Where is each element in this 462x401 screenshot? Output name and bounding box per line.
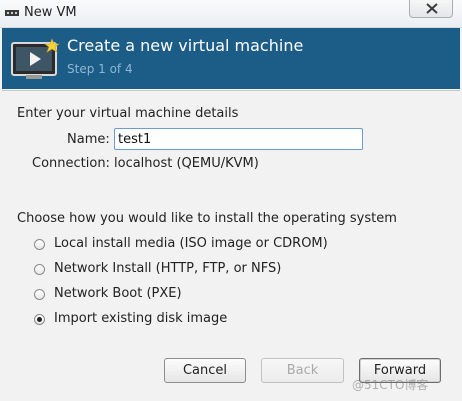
radio-button[interactable] (34, 289, 45, 300)
header-banner: Create a new virtual machine Step 1 of 4 (2, 28, 460, 89)
vm-screen-star-icon (11, 38, 60, 79)
header-divider (2, 90, 460, 91)
vm-manager-icon (5, 10, 19, 16)
close-icon (426, 3, 438, 14)
back-button[interactable]: Back (261, 358, 344, 383)
connection-label: Connection: (32, 156, 110, 171)
install-option-label: Local install media (ISO image or CDROM) (54, 236, 328, 251)
name-input[interactable] (114, 128, 363, 150)
title-bar[interactable]: New VM (0, 0, 462, 28)
banner-title: Create a new virtual machine (67, 36, 304, 55)
install-option-label: Import existing disk image (54, 311, 228, 326)
radio-button-selected[interactable] (34, 314, 45, 325)
watermark: @51CTO博客 (352, 378, 429, 392)
new-vm-window: New VM Create a new virtual machine Step… (0, 0, 462, 401)
cancel-button[interactable]: Cancel (164, 358, 246, 383)
window-title: New VM (24, 5, 77, 20)
radio-button[interactable] (34, 239, 45, 250)
install-heading: Choose how you would like to install the… (17, 211, 397, 226)
step-indicator: Step 1 of 4 (67, 62, 133, 76)
install-option-label: Network Boot (PXE) (54, 286, 182, 301)
install-option-label: Network Install (HTTP, FTP, or NFS) (54, 261, 282, 276)
radio-button[interactable] (34, 264, 45, 275)
name-label: Name: (67, 132, 110, 147)
connection-value: localhost (QEMU/KVM) (114, 156, 259, 171)
details-heading: Enter your virtual machine details (17, 106, 239, 121)
close-button[interactable] (409, 0, 453, 18)
